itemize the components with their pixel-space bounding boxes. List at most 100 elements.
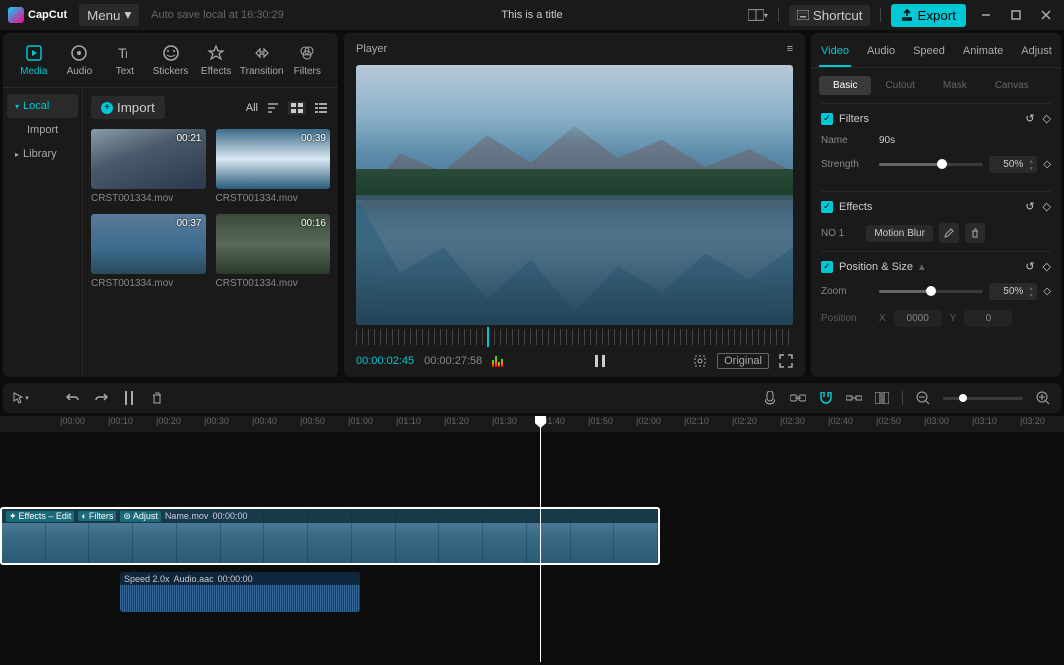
timeline-tracks[interactable]: ✦ Effects – Edit◐ Filters⊜ AdjustName.mo…	[0, 432, 1064, 662]
strength-label: Strength	[821, 159, 871, 170]
audio-levels-icon[interactable]	[492, 355, 506, 367]
keyframe-icon[interactable]: ◇	[1043, 112, 1051, 125]
reset-icon[interactable]: ↺	[1025, 260, 1034, 273]
tab-filters[interactable]: Filters	[284, 39, 330, 81]
player-menu-icon[interactable]: ≡	[787, 43, 793, 55]
video-clip[interactable]: ✦ Effects – Edit◐ Filters⊜ AdjustName.mo…	[0, 507, 660, 565]
window-minimize-button[interactable]	[976, 7, 996, 23]
titlebar: CapCut Menu ▾ Auto save local at 16:30:2…	[0, 0, 1064, 30]
filters-checkbox[interactable]: ✓	[821, 113, 833, 125]
zoom-slider[interactable]	[879, 290, 983, 293]
audio-clip[interactable]: Speed 2.0xAudio.aac00:00:00	[120, 572, 360, 612]
preview-tool-icon[interactable]	[874, 390, 890, 406]
menu-button[interactable]: Menu ▾	[79, 4, 139, 26]
timeline-zoom-slider[interactable]	[943, 397, 1023, 400]
clip-filename: CRST001334.mov	[91, 278, 206, 289]
tab-stickers[interactable]: Stickers	[148, 39, 194, 81]
position-y-value[interactable]: 0	[964, 310, 1012, 327]
media-clip[interactable]: 00:37CRST001334.mov	[91, 214, 206, 289]
keyframe-icon[interactable]: ◇	[1043, 200, 1051, 213]
timeline-ruler[interactable]: |00:00|00:10|00:20|00:30|00:40|00:50|01:…	[0, 416, 1064, 432]
player-ruler[interactable]	[356, 329, 793, 345]
reset-icon[interactable]: ↺	[1025, 200, 1034, 213]
inspector-tab-animate[interactable]: Animate	[961, 41, 1005, 67]
link-icon[interactable]	[790, 390, 806, 406]
clip-duration: 00:16	[301, 218, 326, 229]
fullscreen-icon[interactable]	[779, 354, 793, 368]
inspector-tab-audio[interactable]: Audio	[865, 41, 897, 67]
scale-icon[interactable]	[693, 354, 707, 368]
zoom-value[interactable]: 50%▴▾	[989, 283, 1037, 300]
snap-icon[interactable]	[846, 390, 862, 406]
filter-all-label[interactable]: All	[246, 102, 258, 114]
sidenav-local[interactable]: ▾Local	[7, 94, 78, 118]
strength-value[interactable]: 50%▴▾	[989, 156, 1037, 173]
tab-effects[interactable]: Effects	[193, 39, 239, 81]
media-clip[interactable]: 00:39CRST001334.mov	[216, 129, 331, 204]
sidenav-import[interactable]: Import	[7, 118, 78, 142]
chevron-down-icon: ▾	[124, 7, 131, 23]
clip-filename: CRST001334.mov	[216, 278, 331, 289]
strength-slider[interactable]	[879, 163, 983, 166]
zoom-in-button[interactable]	[1035, 390, 1051, 406]
timecode-total: 00:00:27:58	[424, 355, 482, 367]
position-label: Position	[821, 313, 871, 324]
logo-icon	[8, 7, 24, 23]
magnet-icon[interactable]	[818, 390, 834, 406]
keyframe-icon[interactable]: ◇	[1043, 260, 1051, 273]
shortcut-button[interactable]: Shortcut	[789, 5, 871, 26]
keyframe-icon[interactable]: ◇	[1043, 286, 1051, 297]
text-icon: TI	[115, 43, 135, 63]
undo-button[interactable]	[65, 390, 81, 406]
collapse-icon[interactable]: ▴	[919, 260, 925, 273]
adjust-icon: ⊜	[123, 511, 131, 522]
video-preview[interactable]	[356, 65, 793, 325]
original-button[interactable]: Original	[717, 353, 769, 369]
select-tool[interactable]: ▾	[13, 390, 29, 406]
subtab-canvas[interactable]: Canvas	[981, 76, 1043, 95]
playhead[interactable]	[540, 416, 541, 662]
app-logo: CapCut	[8, 7, 67, 23]
export-button[interactable]: Export	[891, 4, 966, 27]
record-icon[interactable]	[762, 390, 778, 406]
edit-effect-icon[interactable]	[939, 223, 959, 243]
grid-view-icon[interactable]	[288, 101, 306, 115]
delete-button[interactable]	[149, 390, 165, 406]
play-pause-button[interactable]	[593, 354, 607, 368]
tab-audio[interactable]: Audio	[57, 39, 103, 81]
inspector-subtabs: BasicCutoutMaskCanvas	[811, 68, 1061, 103]
project-title[interactable]: This is a title	[501, 9, 562, 21]
position-x-value[interactable]: 0000	[894, 310, 942, 327]
reset-icon[interactable]: ↺	[1025, 112, 1034, 125]
subtab-cutout[interactable]: Cutout	[871, 76, 928, 95]
subtab-basic[interactable]: Basic	[819, 76, 871, 95]
stickers-icon	[161, 43, 181, 63]
zoom-out-button[interactable]	[915, 390, 931, 406]
inspector-tab-video[interactable]: Video	[819, 41, 851, 67]
tab-text[interactable]: TIText	[102, 39, 148, 81]
sort-icon[interactable]	[264, 101, 282, 115]
media-clip[interactable]: 00:16 CRST001334.mov	[216, 214, 331, 289]
effects-checkbox[interactable]: ✓	[821, 201, 833, 213]
caret-icon: ▸	[15, 150, 19, 159]
zoom-label: Zoom	[821, 286, 871, 297]
sidenav-library[interactable]: ▸Library	[7, 142, 78, 166]
import-button[interactable]: + Import	[91, 96, 165, 119]
media-sidenav: ▾LocalImport▸Library	[3, 88, 83, 377]
window-close-button[interactable]	[1036, 7, 1056, 23]
delete-effect-icon[interactable]	[965, 223, 985, 243]
subtab-mask[interactable]: Mask	[929, 76, 981, 95]
keyframe-icon[interactable]: ◇	[1043, 159, 1051, 170]
split-tool[interactable]	[121, 390, 137, 406]
inspector-tab-adjust[interactable]: Adjust	[1019, 41, 1054, 67]
tab-media[interactable]: Media	[11, 39, 57, 81]
position-checkbox[interactable]: ✓	[821, 261, 833, 273]
media-clip[interactable]: 00:21CRST001334.mov	[91, 129, 206, 204]
layout-icon[interactable]: ▾	[748, 7, 768, 23]
caret-icon: ▾	[15, 102, 19, 111]
window-maximize-button[interactable]	[1006, 7, 1026, 23]
tab-transition[interactable]: Transition	[239, 39, 285, 81]
list-view-icon[interactable]	[312, 101, 330, 115]
inspector-tab-speed[interactable]: Speed	[911, 41, 947, 67]
redo-button[interactable]	[93, 390, 109, 406]
